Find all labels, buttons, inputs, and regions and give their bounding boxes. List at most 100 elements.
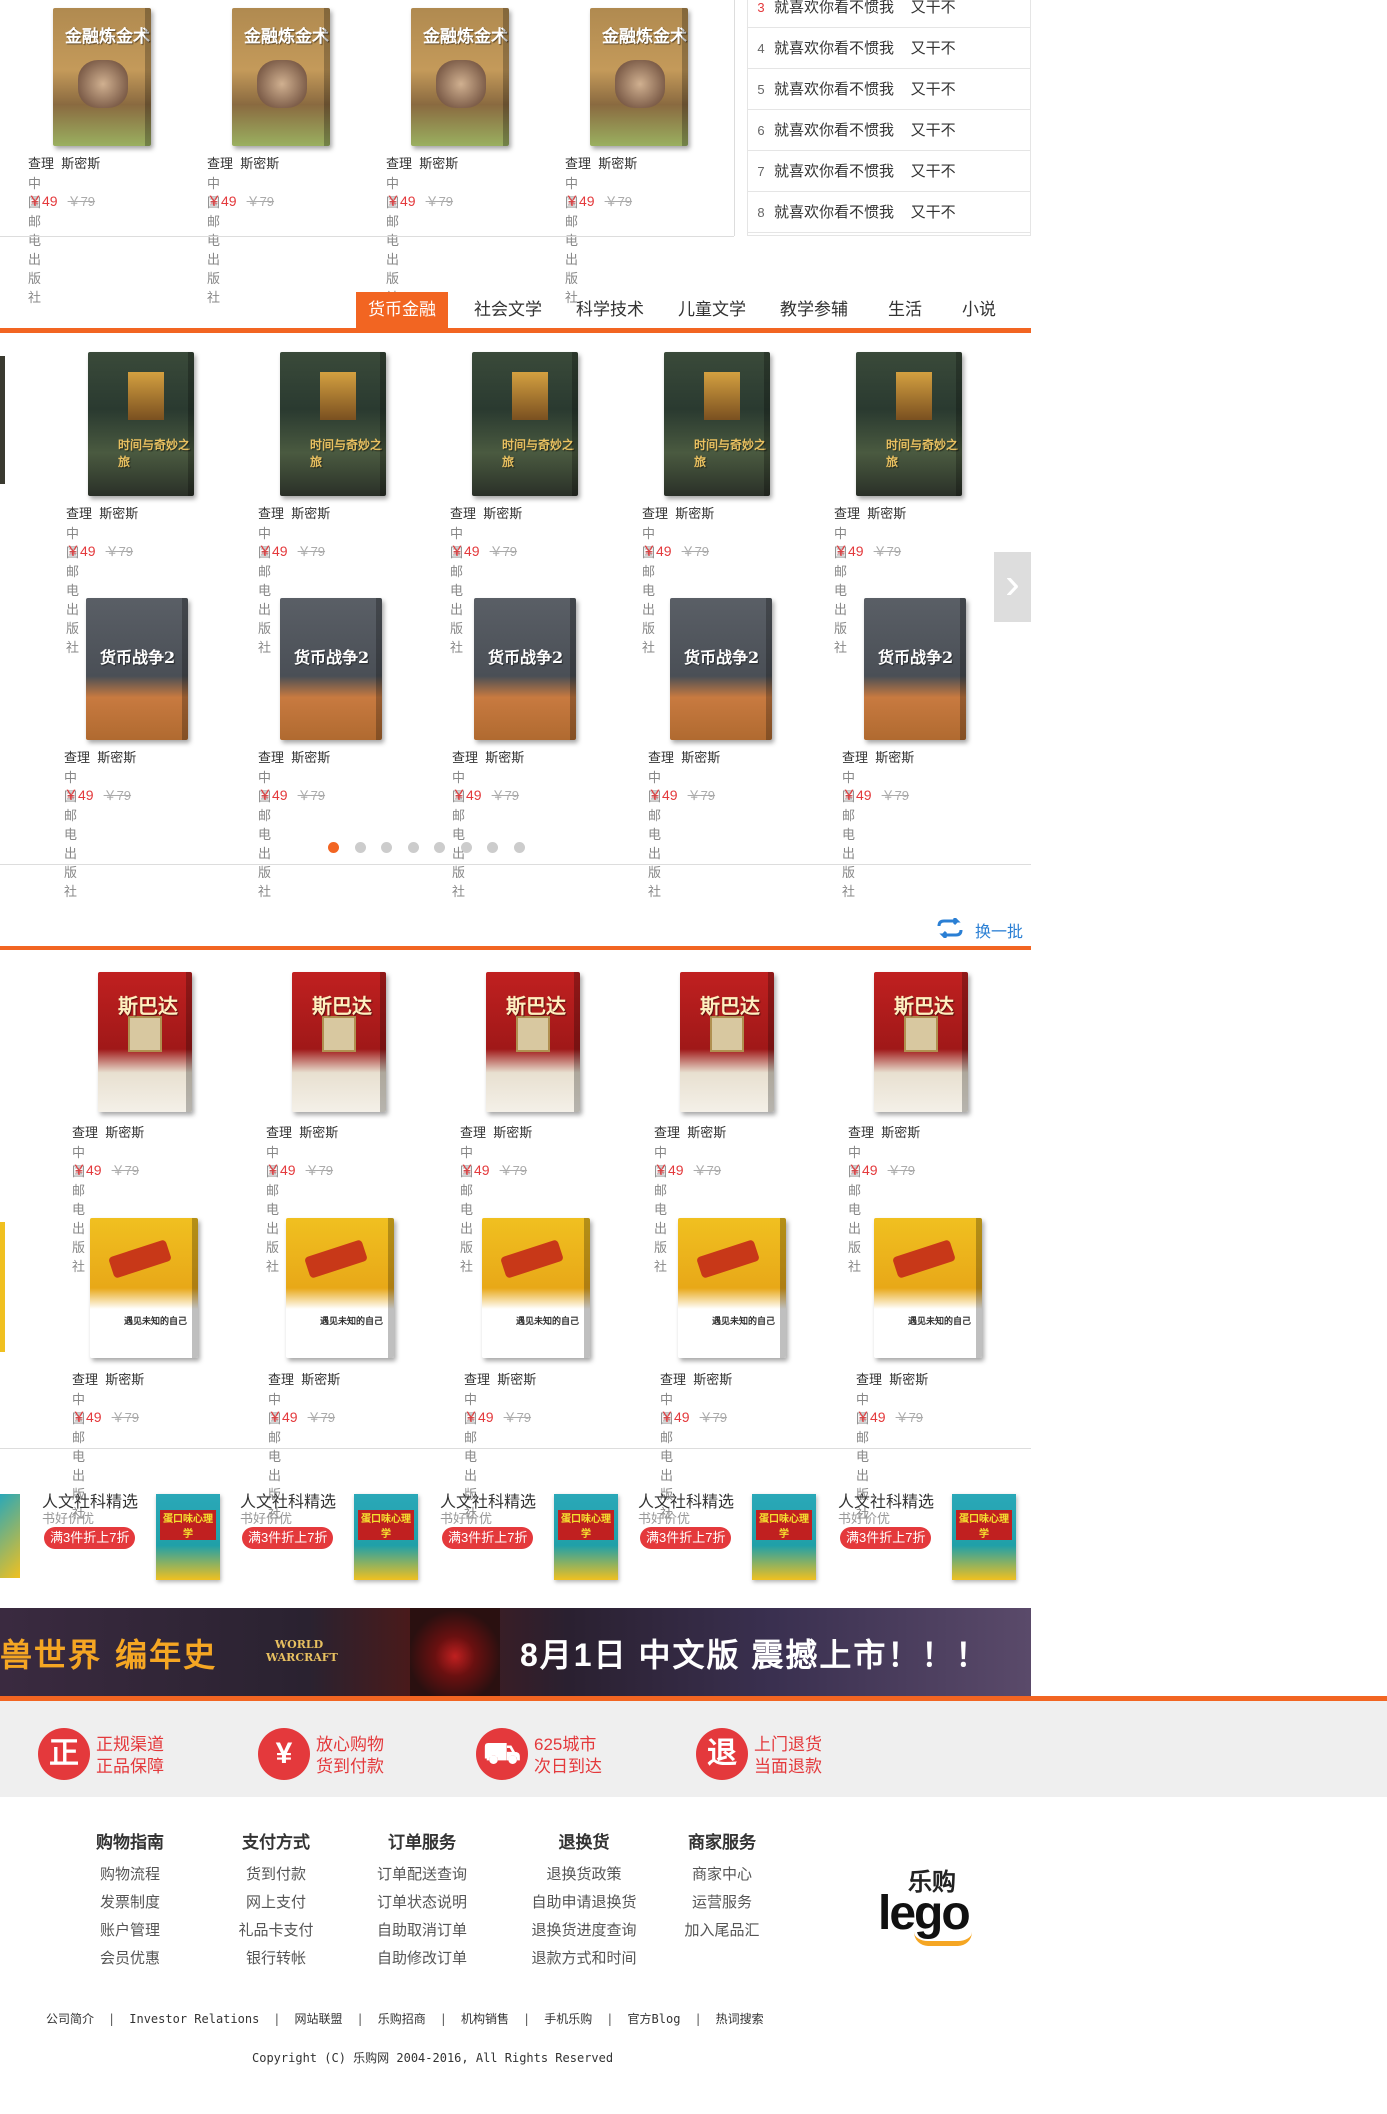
book-cover[interactable]: 遇见未知的自己 — [874, 1218, 982, 1358]
book-spine — [584, 1218, 590, 1358]
footer-link[interactable]: 账户管理 — [82, 1917, 178, 1945]
tab-7[interactable]: 小说 — [950, 292, 1008, 328]
tab-1[interactable]: 货币金融 — [356, 292, 448, 328]
footer-column-heading: 支付方式 — [242, 1833, 310, 1852]
book-cover[interactable]: 斯巴达 — [486, 972, 580, 1112]
service-line-2: 次日到达 — [534, 1757, 602, 1776]
ranking-item[interactable]: 5 就喜欢你看不惯我 又干不 — [748, 69, 1030, 110]
bottom-link[interactable]: Investor Relations — [129, 2012, 259, 2026]
pagination-dot[interactable] — [381, 842, 392, 853]
book-cover[interactable]: 时间与奇妙之旅 — [472, 352, 578, 496]
tab-4[interactable]: 儿童文学 — [666, 292, 758, 328]
footer-link[interactable]: 加入尾品汇 — [674, 1917, 770, 1945]
promo-item[interactable]: 人文社科精选 书好价优 满3件折上7折 蛋口味心理学 — [42, 1484, 242, 1584]
book-cover[interactable]: 货币战争2 — [864, 598, 966, 740]
original-price: ￥79 — [873, 544, 902, 559]
footer-link[interactable]: 订单配送查询 — [374, 1861, 470, 1889]
ranking-item[interactable]: 6 就喜欢你看不惯我 又干不 — [748, 110, 1030, 151]
book-author: 查理 斯密斯 — [464, 1372, 537, 1387]
tab-6[interactable]: 生活 — [876, 292, 934, 328]
book-cover[interactable]: 时间与奇妙之旅 — [856, 352, 962, 496]
book-cover[interactable]: 货币战争2 — [474, 598, 576, 740]
bottom-link[interactable]: 热词搜索 — [716, 2012, 764, 2026]
bottom-link[interactable]: 机构销售 — [461, 2012, 509, 2026]
footer-link[interactable]: 商家中心 — [674, 1861, 770, 1889]
pagination-dot[interactable] — [513, 842, 525, 853]
book-cover[interactable]: 金融炼金术 — [590, 8, 688, 146]
book-cover[interactable]: 遇见未知的自己 — [286, 1218, 394, 1358]
promo-book-cover[interactable]: 蛋口味心理学 — [752, 1494, 816, 1580]
bottom-link[interactable]: 网站联盟 — [295, 2012, 343, 2026]
book-cover[interactable]: 斯巴达 — [874, 972, 968, 1112]
book-cover[interactable]: 斯巴达 — [292, 972, 386, 1112]
book-cover[interactable]: 遇见未知的自己 — [90, 1218, 198, 1358]
original-price: ￥79 — [105, 544, 134, 559]
promo-item[interactable]: 人文社科精选 书好价优 满3件折上7折 蛋口味心理学 — [838, 1484, 1038, 1584]
book-cover[interactable]: 货币战争2 — [670, 598, 772, 740]
bottom-link[interactable]: 手机乐购 — [544, 2012, 592, 2026]
lego-logo[interactable]: 乐购 lego — [878, 1862, 998, 1948]
book-cover[interactable]: 时间与奇妙之旅 — [88, 352, 194, 496]
footer-link[interactable]: 退换货政策 — [522, 1861, 646, 1889]
footer-link[interactable]: 退款方式和时间 — [522, 1945, 646, 1973]
footer-link[interactable]: 退换货进度查询 — [522, 1917, 646, 1945]
pagination-dot[interactable] — [328, 842, 339, 853]
tab-5[interactable]: 教学参辅 — [768, 292, 860, 328]
book-cover[interactable]: 货币战争2 — [280, 598, 382, 740]
tab-2[interactable]: 社会文学 — [462, 292, 554, 328]
book-cover-title: 斯巴达 — [118, 994, 178, 1018]
promo-item[interactable]: 人文社科精选 书好价优 满3件折上7折 蛋口味心理学 — [440, 1484, 640, 1584]
book-cover-title: 遇见未知的自己 — [712, 1317, 776, 1327]
book-cover-title: 时间与奇妙之旅 — [310, 438, 383, 469]
sale-price: ￥49 — [842, 787, 872, 803]
footer-link[interactable]: 自助申请退换货 — [522, 1889, 646, 1917]
promo-item[interactable]: 人文社科精选 书好价优 满3件折上7折 蛋口味心理学 — [638, 1484, 838, 1584]
footer-link[interactable]: 自助修改订单 — [374, 1945, 470, 1973]
pagination-dot[interactable] — [460, 842, 472, 853]
link-separator: | — [439, 2012, 448, 2026]
book-cover[interactable]: 金融炼金术 — [411, 8, 509, 146]
promo-item[interactable]: 人文社科精选 书好价优 满3件折上7折 蛋口味心理学 — [240, 1484, 440, 1584]
footer-link[interactable]: 发票制度 — [82, 1889, 178, 1917]
promo-book-cover[interactable]: 蛋口味心理学 — [952, 1494, 1016, 1580]
bottom-link[interactable]: 公司简介 — [46, 2012, 94, 2026]
footer-link[interactable]: 礼品卡支付 — [228, 1917, 324, 1945]
book-cover[interactable]: 金融炼金术 — [53, 8, 151, 146]
footer-link[interactable]: 购物流程 — [82, 1861, 178, 1889]
ranking-item[interactable]: 3 就喜欢你看不惯我 又干不 — [748, 0, 1030, 28]
promo-book-cover[interactable]: 蛋口味心理学 — [354, 1494, 418, 1580]
footer-link[interactable]: 自助取消订单 — [374, 1917, 470, 1945]
promo-book-cover[interactable]: 蛋口味心理学 — [554, 1494, 618, 1580]
bottom-link[interactable]: 乐购招商 — [378, 2012, 426, 2026]
promo-book-cover[interactable]: 蛋口味心理学 — [156, 1494, 220, 1580]
carousel-next-button[interactable]: › — [994, 552, 1031, 622]
footer-link[interactable]: 会员优惠 — [82, 1945, 178, 1973]
book-cover[interactable]: 时间与奇妙之旅 — [280, 352, 386, 496]
pagination-dot[interactable] — [354, 842, 366, 853]
pagination-dot[interactable] — [434, 842, 445, 853]
book-cover[interactable]: 时间与奇妙之旅 — [664, 352, 770, 496]
ranking-item[interactable]: 4 就喜欢你看不惯我 又干不 — [748, 28, 1030, 69]
book-cover[interactable]: 遇见未知的自己 — [482, 1218, 590, 1358]
footer-link[interactable]: 运营服务 — [674, 1889, 770, 1917]
sale-price: ￥49 — [660, 1409, 690, 1425]
book-author: 查理 斯密斯 — [565, 156, 638, 171]
book-cover[interactable]: 遇见未知的自己 — [678, 1218, 786, 1358]
cover-portrait — [904, 1016, 938, 1052]
footer-link[interactable]: 货到付款 — [228, 1861, 324, 1889]
footer-link[interactable]: 订单状态说明 — [374, 1889, 470, 1917]
pagination-dot[interactable] — [407, 842, 419, 853]
book-cover[interactable]: 斯巴达 — [680, 972, 774, 1112]
bottom-link[interactable]: 官方Blog — [628, 2012, 681, 2026]
warcraft-banner[interactable]: 兽世界 编年史 WORLD WARCRAFT 8月1日 中文版 震撼上市！！！ — [0, 1608, 1031, 1696]
book-cover[interactable]: 金融炼金术 — [232, 8, 330, 146]
ranking-item[interactable]: 7 就喜欢你看不惯我 又干不 — [748, 151, 1030, 192]
tab-3[interactable]: 科学技术 — [564, 292, 656, 328]
pagination-dot[interactable] — [487, 842, 498, 853]
footer-link[interactable]: 银行转帐 — [228, 1945, 324, 1973]
footer-link[interactable]: 网上支付 — [228, 1889, 324, 1917]
book-cover[interactable]: 货币战争2 — [86, 598, 188, 740]
book-cover-title: 斯巴达 — [700, 994, 760, 1018]
book-cover[interactable]: 斯巴达 — [98, 972, 192, 1112]
ranking-item[interactable]: 8 就喜欢你看不惯我 又干不 — [748, 192, 1030, 233]
